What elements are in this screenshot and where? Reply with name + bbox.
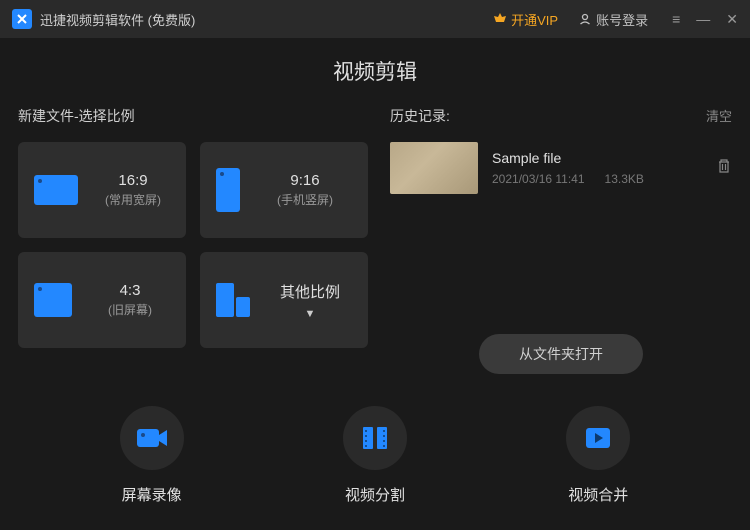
trash-icon [716,158,732,174]
minimize-icon[interactable]: — [696,11,710,28]
tool-label: 屏幕录像 [122,484,182,505]
other-ratio-icon [216,283,250,317]
login-button[interactable]: 账号登录 [578,10,648,29]
video-split-tool[interactable]: 视频分割 [343,406,407,505]
ratio-title: 其他比例 [280,281,340,302]
video-merge-tool[interactable]: 视频合并 [566,406,630,505]
clear-history-button[interactable]: 清空 [706,106,732,126]
user-icon [578,12,592,26]
history-date: 2021/03/16 11:41 [492,172,585,186]
portrait-icon [216,168,240,212]
tool-label: 视频分割 [345,484,405,505]
video-thumbnail [390,142,478,194]
new-file-heading: 新建文件-选择比例 [18,106,135,126]
crown-icon [493,12,507,26]
screen-record-tool[interactable]: 屏幕录像 [120,406,184,505]
delete-history-button[interactable] [716,158,732,179]
landscape-icon [34,175,78,205]
history-size: 13.3KB [605,172,644,186]
camera-icon [135,425,169,451]
login-label: 账号登录 [596,10,648,29]
window-controls: ≡ — ✕ [672,11,738,28]
open-from-folder-button[interactable]: 从文件夹打开 [479,334,643,374]
ratio-title: 4:3 [86,282,174,299]
split-icon [360,423,390,453]
ratio-title: 9:16 [254,172,356,189]
ratio-subtitle: (手机竖屏) [254,191,356,208]
titlebar: 迅捷视频剪辑软件 (免费版) 开通VIP 账号登录 ≡ — ✕ [0,0,750,38]
ratio-other[interactable]: 其他比例 ▼ [200,252,368,348]
chevron-down-icon: ▼ [305,308,316,320]
tool-label: 视频合并 [568,484,628,505]
open-vip-button[interactable]: 开通VIP [493,10,558,29]
classic-icon [34,283,72,317]
ratio-9-16[interactable]: 9:16 (手机竖屏) [200,142,368,238]
ratio-16-9[interactable]: 16:9 (常用宽屏) [18,142,186,238]
close-icon[interactable]: ✕ [726,11,738,28]
ratio-title: 16:9 [92,172,174,189]
ratio-4-3[interactable]: 4:3 (旧屏幕) [18,252,186,348]
history-item[interactable]: Sample file 2021/03/16 11:41 13.3KB [390,142,732,194]
vip-label: 开通VIP [511,10,558,29]
merge-icon [583,425,613,451]
ratio-subtitle: (旧屏幕) [86,301,174,318]
app-title: 迅捷视频剪辑软件 (免费版) [40,10,195,29]
history-heading: 历史记录: [390,106,450,126]
history-file-name: Sample file [492,150,702,166]
ratio-subtitle: (常用宽屏) [92,191,174,208]
menu-icon[interactable]: ≡ [672,11,680,28]
app-logo-icon [12,9,32,29]
page-title: 视频剪辑 [0,38,750,106]
